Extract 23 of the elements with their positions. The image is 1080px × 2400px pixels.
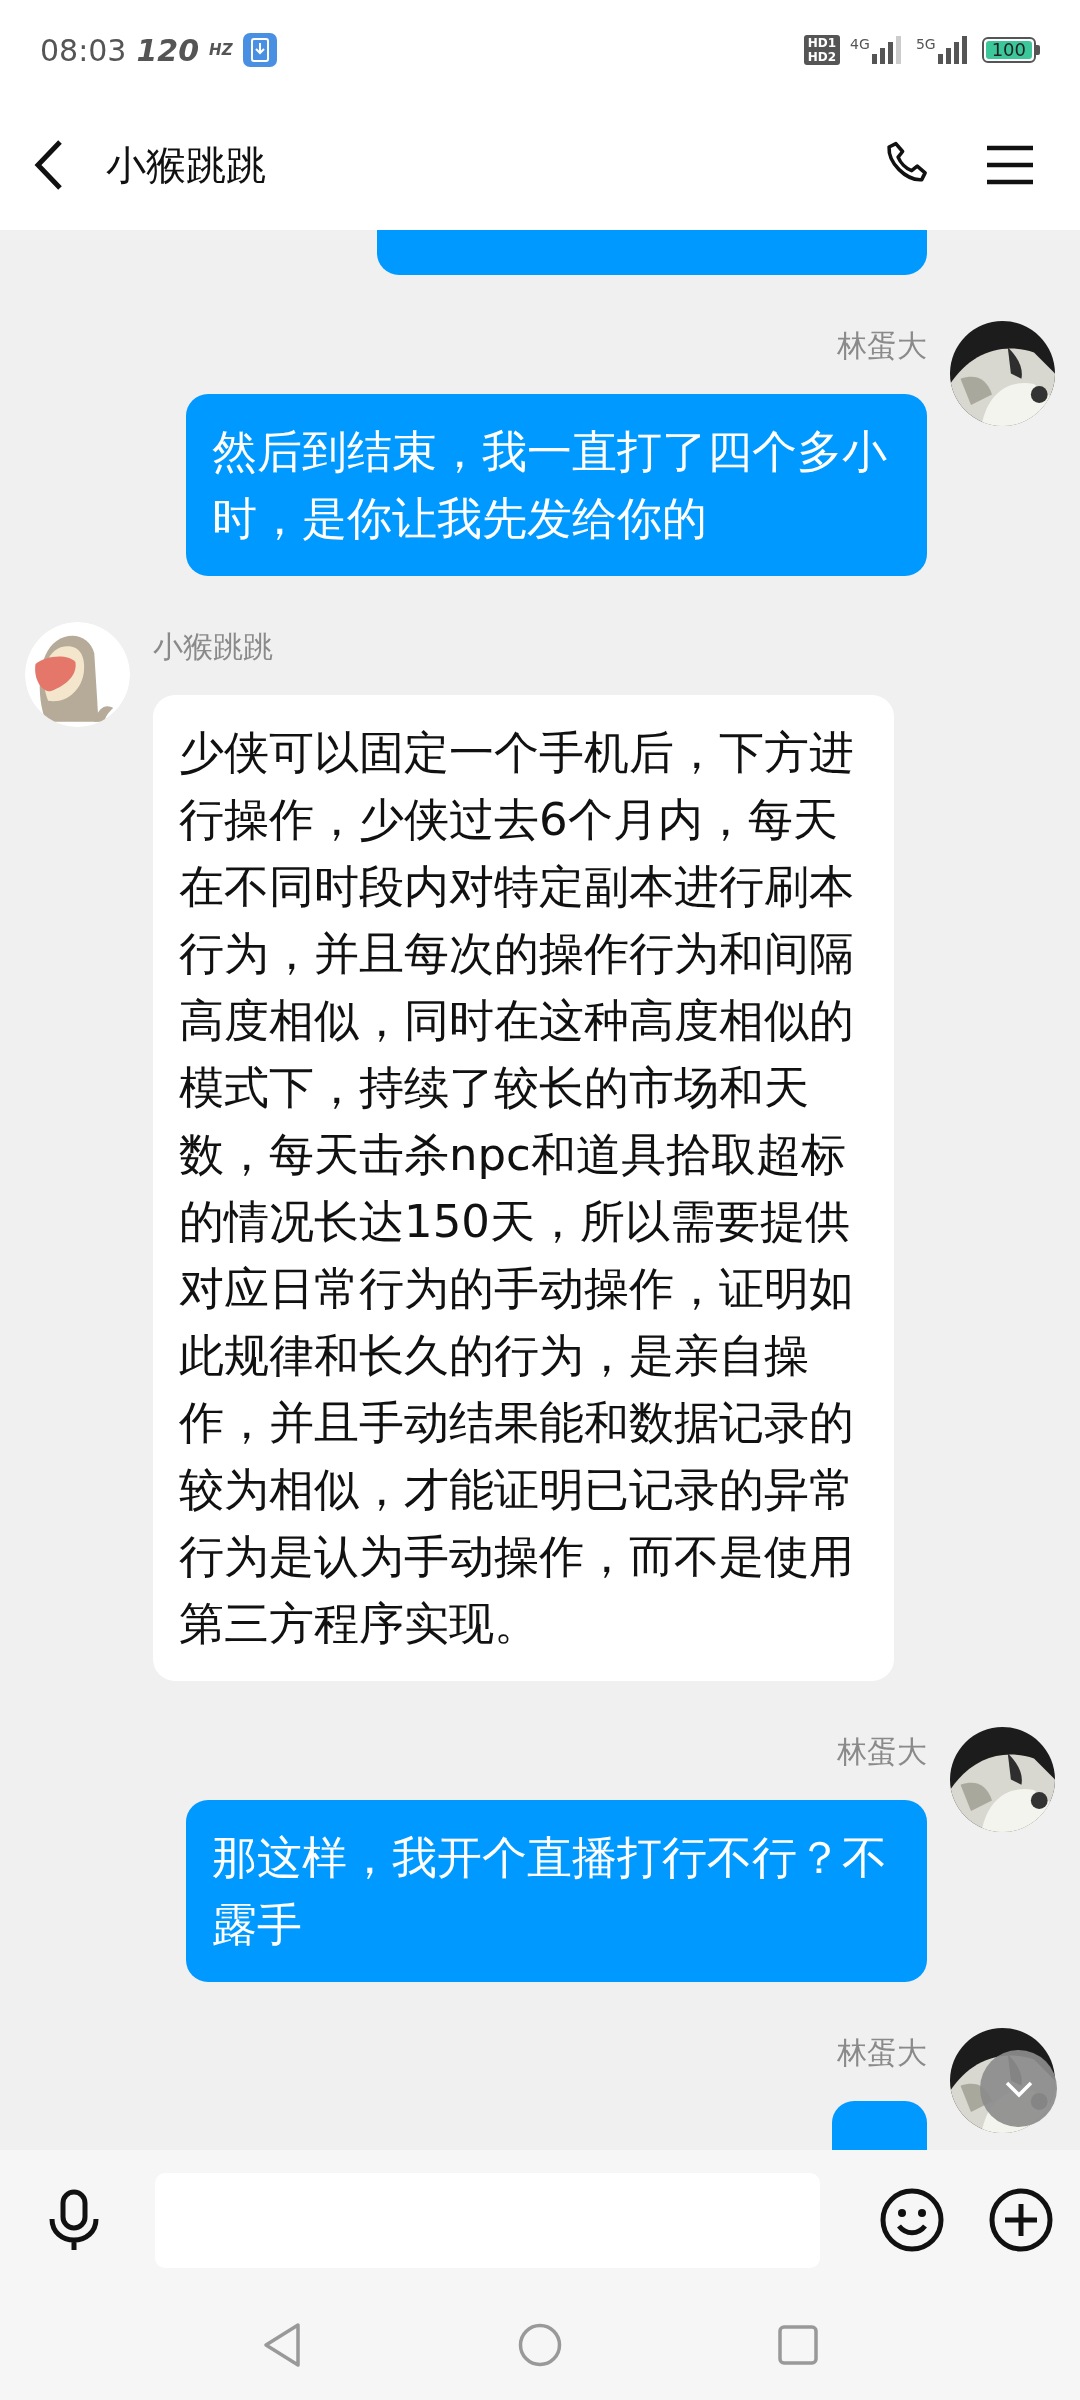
add-button[interactable]	[989, 2188, 1053, 2252]
network-label: 4G	[850, 36, 870, 52]
microphone-button[interactable]	[48, 2189, 100, 2251]
message-bubble: 然后到结束，我一直打了四个多小时，是你让我先发给你的	[186, 394, 927, 576]
hd-badge: HD1 HD2	[803, 35, 841, 65]
chat-title: 小猴跳跳	[106, 140, 267, 190]
sender-name: 林蛋大	[837, 327, 927, 365]
clock-time: 08:03	[40, 32, 127, 68]
message-bubble: 那这样，我开个直播打行不行？不露手	[186, 1800, 927, 1982]
recents-nav-button[interactable]	[778, 2325, 818, 2365]
download-icon	[242, 33, 277, 67]
home-nav-button[interactable]	[518, 2323, 562, 2367]
chevron-down-icon	[1003, 2079, 1034, 2098]
sender-name: 林蛋大	[837, 1733, 927, 1771]
refresh-rate: 120	[136, 32, 200, 68]
sender-name: 小猴跳跳	[153, 628, 273, 666]
sender-name: 林蛋大	[837, 2034, 927, 2072]
refresh-unit: HZ	[209, 41, 233, 59]
emoji-button[interactable]	[880, 2188, 944, 2252]
message-bubble: 少侠可以固定一个手机后，下方进行操作，少侠过去6个月内，每天在不同时段内对特定副本进行刷本行为，并且每次的操作行为和间隔高度相似，同时在这种高度相似的模式下，持续了较长的市场和天数，每天击杀npc和道具拾取超标的情况长达150天，所以需要提供对应日常行为的手动操作，证明如此规律和长久的行为，是亲自操作，并且手动结果能和数据记录的较为相似，才能证明已记录的异常行为是认为手动操作，而不是使用第三方程序实现。	[153, 695, 894, 1681]
network-label: 5G	[915, 36, 936, 52]
back-nav-button[interactable]	[262, 2322, 302, 2368]
menu-button[interactable]	[985, 144, 1035, 186]
